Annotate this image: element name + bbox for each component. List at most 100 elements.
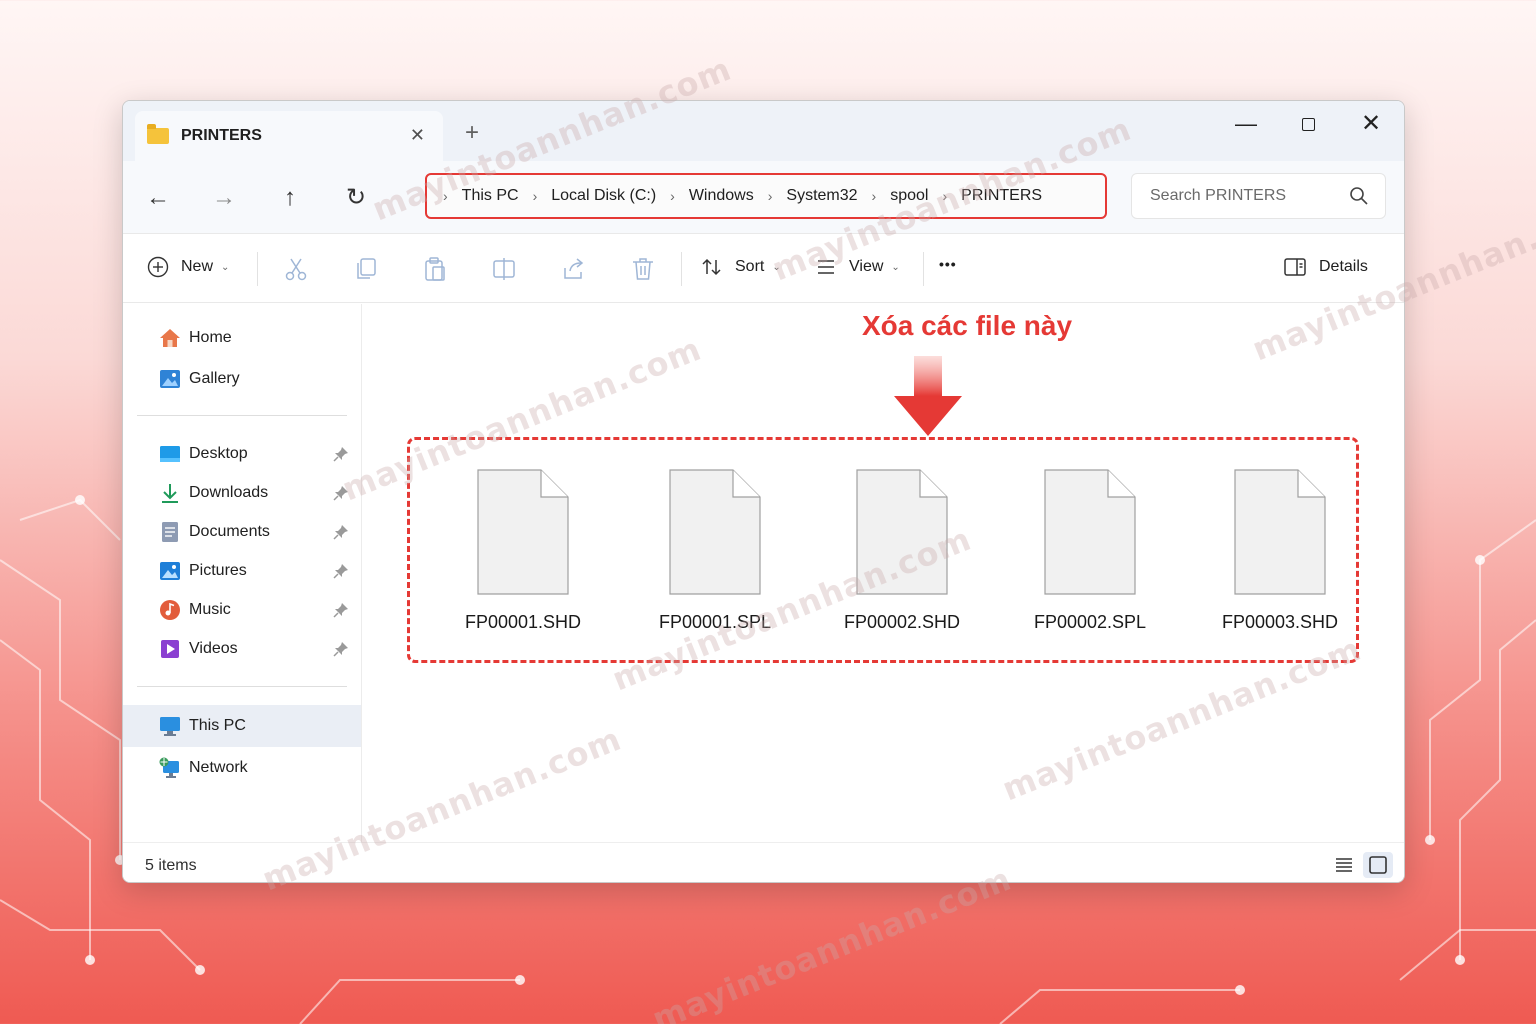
sidebar-item-videos[interactable]: Videos <box>123 629 361 669</box>
file-item[interactable]: FP00002.SPL <box>1005 469 1175 633</box>
pin-icon[interactable] <box>333 524 349 540</box>
sidebar-item-this-pc[interactable]: This PC <box>123 705 361 747</box>
large-icons-view-button[interactable] <box>1363 852 1393 878</box>
close-window-button[interactable]: ✕ <box>1351 109 1391 139</box>
pin-icon[interactable] <box>333 485 349 501</box>
chevron-right-icon: › <box>942 188 948 204</box>
file-name: FP00001.SHD <box>464 612 582 632</box>
list-view-icon <box>1336 858 1352 872</box>
view-label: View <box>849 258 884 275</box>
sidebar-item-label: Pictures <box>189 562 247 579</box>
sidebar-item-label: This PC <box>189 717 246 734</box>
toolbar-divider <box>923 252 924 286</box>
breadcrumb-this-pc[interactable]: This PC <box>462 187 519 205</box>
details-pane-button[interactable]: Details <box>1283 256 1368 278</box>
sidebar-item-music[interactable]: Music <box>123 590 361 630</box>
pin-icon[interactable] <box>333 446 349 462</box>
tab-printers[interactable]: PRINTERS ✕ <box>135 111 443 161</box>
sort-label: Sort <box>735 258 765 275</box>
pictures-icon <box>160 562 180 580</box>
home-icon <box>160 329 180 347</box>
blank-file-icon <box>1044 469 1136 595</box>
chevron-down-icon: ⌄ <box>891 261 900 273</box>
title-bar: PRINTERS ✕ + — ✕ <box>123 101 1404 161</box>
breadcrumb-printers[interactable]: PRINTERS <box>961 187 1042 205</box>
file-item[interactable]: FP00001.SHD <box>438 469 608 633</box>
details-label: Details <box>1319 258 1368 275</box>
new-tab-button[interactable]: + <box>465 119 479 147</box>
sort-icon <box>702 258 721 276</box>
sidebar-item-home[interactable]: Home <box>123 318 361 358</box>
forward-button[interactable]: → <box>209 183 239 213</box>
chevron-right-icon: › <box>443 188 448 204</box>
share-icon[interactable] <box>561 256 587 282</box>
sidebar-divider <box>137 415 347 416</box>
details-view-button[interactable] <box>1329 852 1359 878</box>
new-button[interactable]: New ⌄ <box>147 256 229 278</box>
pin-icon[interactable] <box>333 563 349 579</box>
sidebar-item-label: Gallery <box>189 370 240 387</box>
more-options-button[interactable]: ••• <box>939 256 957 272</box>
sidebar-item-documents[interactable]: Documents <box>123 512 361 552</box>
view-button[interactable]: View ⌄ <box>815 256 900 278</box>
breadcrumb-spool[interactable]: spool <box>890 187 928 205</box>
cut-icon[interactable] <box>283 256 309 282</box>
search-input[interactable]: Search PRINTERS <box>1131 173 1386 219</box>
chevron-down-icon: ⌄ <box>772 261 781 273</box>
sidebar-item-network[interactable]: Network <box>123 748 361 788</box>
sidebar-item-gallery[interactable]: Gallery <box>123 359 361 399</box>
maximize-icon <box>1301 118 1315 131</box>
file-list-area: Xóa các file này FP00001.SHD FP00001.SPL <box>362 304 1404 842</box>
file-name: FP00002.SPL <box>1033 612 1147 632</box>
back-button[interactable]: ← <box>143 183 173 213</box>
file-name: FP00001.SPL <box>658 612 772 632</box>
address-bar[interactable]: › This PC › Local Disk (C:) › Windows › … <box>425 173 1107 219</box>
status-bar: 5 items <box>123 842 1404 882</box>
chevron-down-icon: ⌄ <box>221 261 230 273</box>
breadcrumb-local-disk[interactable]: Local Disk (C:) <box>551 187 656 205</box>
file-item[interactable]: FP00001.SPL <box>630 469 800 633</box>
maximize-button[interactable] <box>1288 109 1328 139</box>
blank-file-icon <box>669 469 761 595</box>
file-explorer-window: PRINTERS ✕ + — ✕ ← → ↑ ↻ › This PC › Loc… <box>122 100 1405 883</box>
downloads-icon <box>162 484 178 503</box>
blank-file-icon <box>856 469 948 595</box>
breadcrumb-windows[interactable]: Windows <box>689 187 754 205</box>
blank-file-icon <box>1234 469 1326 595</box>
breadcrumb-system32[interactable]: System32 <box>786 187 857 205</box>
search-icon <box>1350 187 1368 205</box>
minimize-button[interactable]: — <box>1226 109 1266 139</box>
sidebar-divider <box>137 686 347 687</box>
copy-icon[interactable] <box>353 256 379 282</box>
folder-icon <box>147 124 169 144</box>
new-label: New <box>181 258 214 275</box>
network-icon <box>159 757 179 778</box>
file-name: FP00003.SHD <box>1221 612 1339 632</box>
sidebar-item-downloads[interactable]: Downloads <box>123 473 361 513</box>
sort-button[interactable]: Sort ⌄ <box>701 256 781 278</box>
delete-instruction-annotation: Xóa các file này <box>861 310 1073 341</box>
videos-icon <box>161 640 179 658</box>
file-item[interactable]: FP00002.SHD <box>817 469 987 633</box>
sidebar-item-label: Videos <box>189 640 238 657</box>
delete-icon[interactable] <box>630 256 656 282</box>
documents-icon <box>162 522 178 542</box>
desktop-icon <box>160 446 180 462</box>
sidebar-item-pictures[interactable]: Pictures <box>123 551 361 591</box>
toolbar-divider <box>257 252 258 286</box>
file-item[interactable]: FP00003.SHD <box>1195 469 1365 633</box>
refresh-button[interactable]: ↻ <box>341 183 371 213</box>
sidebar-item-desktop[interactable]: Desktop <box>123 434 361 474</box>
tab-title: PRINTERS <box>181 127 262 144</box>
sidebar-item-label: Desktop <box>189 445 248 462</box>
rename-icon[interactable] <box>491 256 517 282</box>
sidebar-item-label: Home <box>189 329 232 346</box>
plus-circle-icon <box>147 256 169 278</box>
arrow-down-icon <box>894 356 962 436</box>
pin-icon[interactable] <box>333 641 349 657</box>
tab-close-button[interactable]: ✕ <box>410 125 425 146</box>
up-button[interactable]: ↑ <box>275 183 305 213</box>
details-pane-icon <box>1284 258 1306 276</box>
paste-icon[interactable] <box>422 256 448 282</box>
pin-icon[interactable] <box>333 602 349 618</box>
